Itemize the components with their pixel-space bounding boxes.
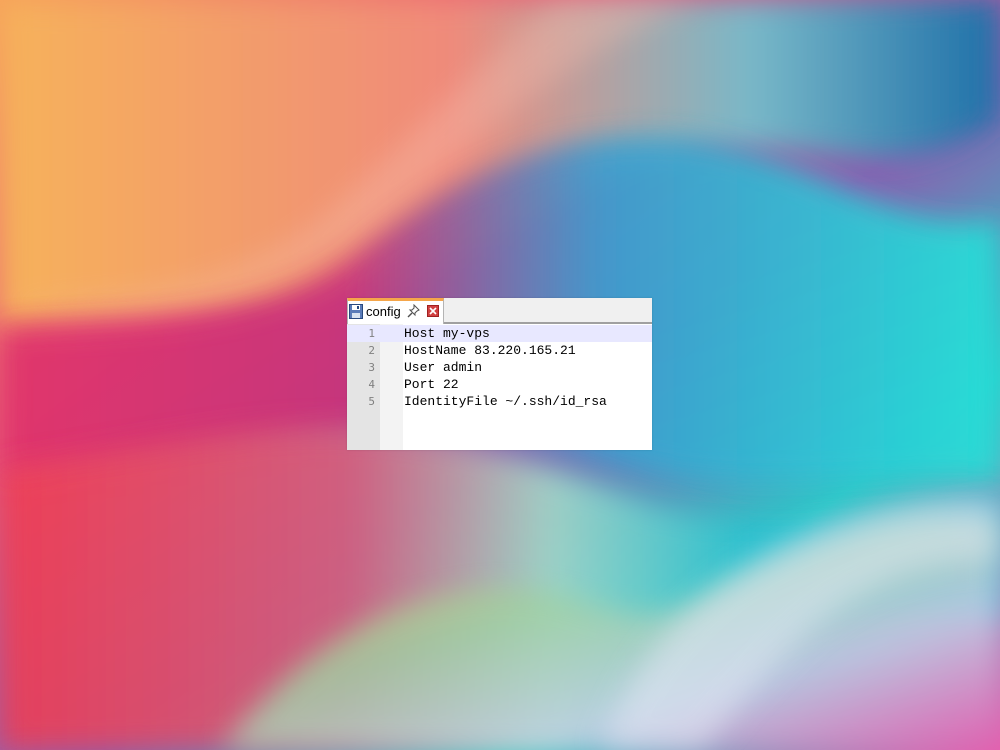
line-number: 5: [368, 395, 375, 408]
code-line[interactable]: 2 HostName 83.220.165.21: [347, 342, 652, 359]
tab-title: config: [366, 304, 401, 319]
line-text[interactable]: User admin: [404, 359, 482, 376]
line-number: 2: [368, 344, 375, 357]
code-line[interactable]: 3 User admin: [347, 359, 652, 376]
code-line[interactable]: 1 Host my-vps: [347, 325, 652, 342]
code-line[interactable]: 4 Port 22: [347, 376, 652, 393]
tab-bar: config: [347, 298, 652, 324]
code-line[interactable]: 5 IdentityFile ~/.ssh/id_rsa: [347, 393, 652, 410]
line-number: 3: [368, 361, 375, 374]
desktop: config 1 Host my-vps 2 HostName 83.220.1…: [0, 0, 1000, 750]
line-number: 1: [368, 327, 375, 340]
line-text[interactable]: HostName 83.220.165.21: [404, 342, 576, 359]
pin-icon[interactable]: [407, 304, 420, 318]
close-icon[interactable]: [427, 305, 439, 317]
line-number: 4: [368, 378, 375, 391]
line-text[interactable]: Port 22: [404, 376, 459, 393]
save-icon: [349, 304, 363, 319]
editor-window: config 1 Host my-vps 2 HostName 83.220.1…: [347, 298, 652, 450]
line-text[interactable]: Host my-vps: [404, 325, 490, 342]
line-text[interactable]: IdentityFile ~/.ssh/id_rsa: [404, 393, 607, 410]
tab-config[interactable]: config: [347, 298, 444, 324]
